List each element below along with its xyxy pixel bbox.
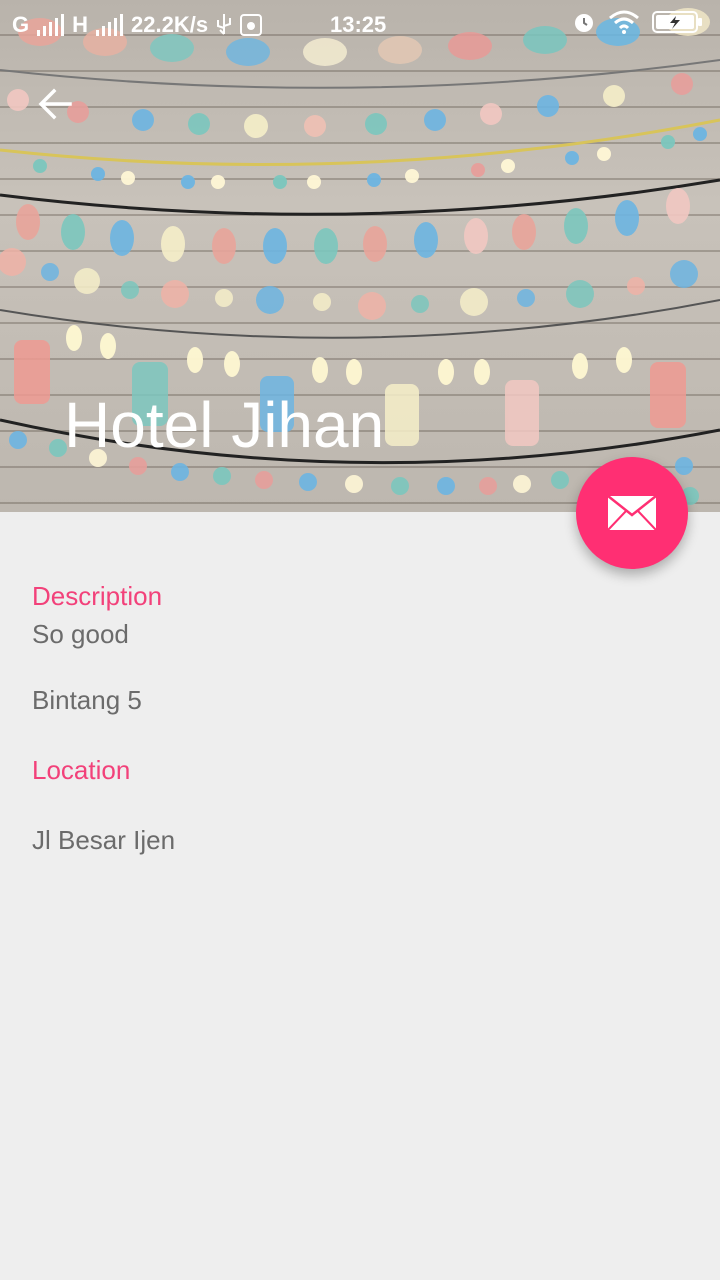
status-bar: G H 22.2K/s 13:25 — [0, 0, 720, 50]
battery-icon — [652, 11, 702, 33]
clock: 13:25 — [330, 12, 387, 37]
network-type-2: H — [72, 12, 89, 37]
description-value: So good — [32, 619, 129, 649]
location-value: Jl Besar Ijen — [32, 825, 176, 855]
usb-icon — [217, 14, 232, 35]
notification-icon — [240, 14, 263, 36]
arrow-back-icon — [38, 88, 72, 120]
signal-icon — [37, 14, 65, 36]
network-type-1: G — [12, 12, 30, 37]
rating-value: Bintang 5 — [32, 685, 142, 715]
network-speed: 22.2K/s — [131, 12, 209, 37]
header-image: G H 22.2K/s 13:25 Hotel Jihan — [0, 0, 720, 512]
back-button[interactable] — [34, 82, 78, 126]
location-label: Location — [32, 755, 131, 785]
email-fab-button[interactable] — [576, 457, 688, 569]
page-title: Hotel Jihan — [64, 389, 385, 461]
details-section: Description So good Bintang 5 Location J… — [32, 580, 672, 856]
wifi-icon — [609, 10, 639, 34]
email-icon — [607, 495, 657, 531]
alarm-icon — [575, 14, 593, 32]
description-label: Description — [32, 581, 163, 611]
signal-icon — [96, 14, 124, 36]
